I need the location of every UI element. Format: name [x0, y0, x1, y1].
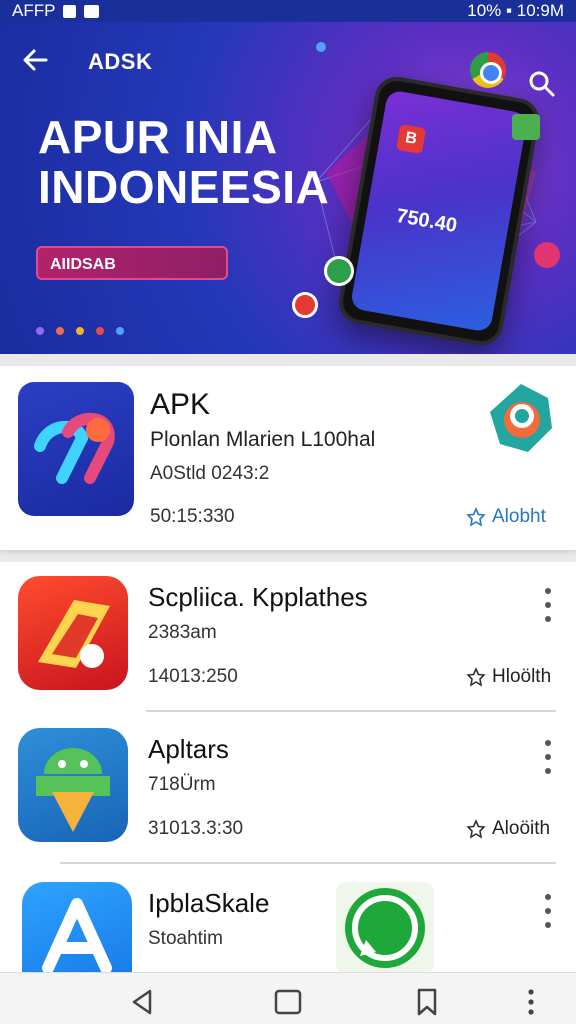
blue-dot-icon: [316, 42, 326, 52]
more-icon[interactable]: [516, 987, 546, 1017]
app-icon[interactable]: [22, 882, 132, 972]
hero-cta-button[interactable]: AIIDSAB: [36, 246, 228, 280]
featured-title: APK: [150, 388, 211, 421]
featured-app-icon[interactable]: [18, 382, 134, 516]
app-subtitle: Stoahtim: [148, 928, 223, 949]
phone-screen: B 750.40: [349, 89, 529, 333]
carousel-dot[interactable]: [96, 327, 104, 335]
divider: [146, 710, 556, 712]
app-title: Scpliica. Kpplathes: [148, 582, 368, 612]
home-icon[interactable]: [273, 987, 303, 1017]
notification-icon: [63, 4, 77, 18]
app-title: IpblaSkale: [148, 888, 270, 918]
more-options-icon[interactable]: [538, 588, 558, 622]
app-subtitle: 2383am: [148, 622, 217, 643]
hero-title: APUR INIA INDONEESIA: [38, 112, 329, 212]
bookmark-icon[interactable]: [412, 987, 442, 1017]
carousel-indicator[interactable]: [36, 327, 124, 335]
featured-action-button[interactable]: Alobht: [466, 506, 546, 528]
back-icon[interactable]: [128, 987, 158, 1017]
green-bubble-icon: [512, 114, 540, 140]
divider: [60, 862, 556, 864]
chrome-icon[interactable]: [470, 52, 506, 88]
android-icon: [36, 748, 110, 832]
app-time: 31013.3:30: [148, 818, 244, 839]
app-subtitle: 718Ürm: [148, 774, 216, 795]
app-logo-icon: [34, 412, 115, 484]
app-time: 14013:250: [148, 666, 238, 687]
hero-banner[interactable]: ADSK APUR INIA INDONEESIA AIIDSAB B 750.…: [0, 22, 576, 354]
hero-title-line1: APUR INIA: [38, 111, 278, 163]
app-list: Scpliica. Kpplathes 2383am 14013:250 Hlo…: [0, 562, 576, 972]
carousel-dot[interactable]: [76, 327, 84, 335]
status-bar: AFFP 10% ▪ 10:9M: [0, 0, 576, 22]
status-right: 10% ▪ 10:9M: [467, 1, 564, 20]
notification-icon: [84, 4, 100, 18]
app-action-label: Hloölth: [492, 666, 552, 687]
phone-app-icon: B: [396, 123, 427, 155]
list-item[interactable]: Apltars 718Ürm 31013.3:30 Aloöith: [0, 714, 576, 864]
app-store-icon: [42, 898, 112, 972]
app-action-button[interactable]: Aloöith: [466, 818, 550, 840]
app-icon[interactable]: [18, 576, 128, 690]
carousel-dot[interactable]: [56, 327, 64, 335]
phone-number: 750.40: [394, 204, 459, 238]
app-title: Apltars: [148, 734, 229, 764]
more-options-icon[interactable]: [538, 740, 558, 774]
featured-meta: A0Stld 0243:2: [150, 463, 270, 484]
app-action-button[interactable]: Hloölth: [466, 666, 551, 688]
hero-title-line2: INDONEESIA: [38, 161, 330, 213]
featured-app-card[interactable]: APK Plonlan Mlarien L100hal A0Stld 0243:…: [0, 366, 576, 550]
red-round-icon: [292, 292, 318, 318]
pink-round-icon: [534, 242, 560, 268]
list-item[interactable]: Scpliica. Kpplathes 2383am 14013:250 Hlo…: [0, 562, 576, 712]
star-outline-icon: [466, 507, 486, 527]
app-action-label: Aloöith: [492, 818, 551, 839]
star-outline-icon: [466, 667, 486, 687]
system-nav-bar: [0, 972, 576, 1024]
green-round-icon: [324, 256, 354, 286]
badge-logo-icon[interactable]: [488, 382, 554, 454]
featured-subtitle: Plonlan Mlarien L100hal: [150, 428, 376, 451]
search-icon[interactable]: [528, 70, 556, 98]
star-outline-icon: [466, 819, 486, 839]
more-options-icon[interactable]: [538, 894, 558, 928]
launch-icon: [38, 600, 110, 668]
status-app-name: AFFP: [12, 1, 56, 20]
carousel-dot[interactable]: [36, 327, 44, 335]
brand-logo[interactable]: ADSK: [88, 49, 152, 75]
featured-time: 50:15:330: [150, 506, 235, 527]
app-icon[interactable]: [18, 728, 128, 842]
whatsapp-icon[interactable]: [336, 882, 434, 972]
list-item[interactable]: IpblaSkale Stoahtim: [0, 868, 576, 972]
carousel-dot[interactable]: [116, 327, 124, 335]
back-arrow-icon[interactable]: [20, 46, 52, 74]
featured-action-label: Alobht: [492, 506, 546, 527]
